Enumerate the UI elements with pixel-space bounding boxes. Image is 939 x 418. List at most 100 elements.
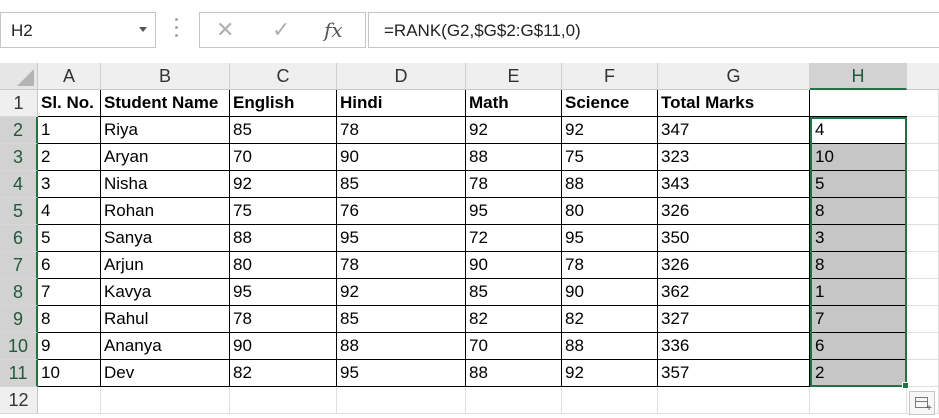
cell-c9[interactable]: 78	[230, 306, 337, 333]
formula-bar-grip-icon[interactable]	[175, 18, 179, 42]
row-header-8[interactable]: 8	[0, 279, 38, 306]
cell-b4[interactable]: Nisha	[101, 171, 230, 198]
cell-c4[interactable]: 92	[230, 171, 337, 198]
cell-i4[interactable]	[907, 171, 939, 198]
column-header-a[interactable]: A	[38, 63, 101, 90]
cell-e5[interactable]: 95	[466, 198, 562, 225]
cell-b8[interactable]: Kavya	[101, 279, 230, 306]
cell-e10[interactable]: 70	[466, 333, 562, 360]
cell-c7[interactable]: 80	[230, 252, 337, 279]
cell-h7[interactable]: 8	[810, 252, 907, 279]
cell-d10[interactable]: 88	[337, 333, 466, 360]
cell-b6[interactable]: Sanya	[101, 225, 230, 252]
cell-i8[interactable]	[907, 279, 939, 306]
cell-a3[interactable]: 2	[38, 144, 101, 171]
cell-d3[interactable]: 90	[337, 144, 466, 171]
column-header-next[interactable]	[907, 63, 939, 90]
cell-b1[interactable]: Student Name	[101, 90, 230, 117]
cell-c10[interactable]: 90	[230, 333, 337, 360]
cell-c1[interactable]: English	[230, 90, 337, 117]
cell-a4[interactable]: 3	[38, 171, 101, 198]
column-header-b[interactable]: B	[101, 63, 230, 90]
cell-c2[interactable]: 85	[230, 117, 337, 144]
column-header-c[interactable]: C	[230, 63, 337, 90]
cell-h4[interactable]: 5	[810, 171, 907, 198]
cell-g6[interactable]: 350	[658, 225, 810, 252]
cell-d2[interactable]: 78	[337, 117, 466, 144]
cell-f2[interactable]: 92	[562, 117, 658, 144]
cell-e4[interactable]: 78	[466, 171, 562, 198]
row-header-10[interactable]: 10	[0, 333, 38, 360]
cell-g2[interactable]: 347	[658, 117, 810, 144]
column-header-e[interactable]: E	[466, 63, 562, 90]
insert-function-icon[interactable]: fx	[324, 17, 343, 43]
cell-e2[interactable]: 92	[466, 117, 562, 144]
cell-i9[interactable]	[907, 306, 939, 333]
row-header-3[interactable]: 3	[0, 144, 38, 171]
column-header-g[interactable]: G	[658, 63, 810, 90]
cell-h11[interactable]: 2	[810, 360, 907, 387]
cell-f5[interactable]: 80	[562, 198, 658, 225]
cell-c11[interactable]: 82	[230, 360, 337, 387]
cell-g11[interactable]: 357	[658, 360, 810, 387]
cell-i11[interactable]	[907, 360, 939, 387]
cell-d9[interactable]: 85	[337, 306, 466, 333]
cell-h9[interactable]: 7	[810, 306, 907, 333]
cell-f4[interactable]: 88	[562, 171, 658, 198]
cell-a6[interactable]: 5	[38, 225, 101, 252]
cell-i10[interactable]	[907, 333, 939, 360]
cell-e1[interactable]: Math	[466, 90, 562, 117]
cell-f9[interactable]: 82	[562, 306, 658, 333]
column-header-h[interactable]: H	[810, 63, 907, 90]
cell-a10[interactable]: 9	[38, 333, 101, 360]
cell-h1[interactable]	[810, 90, 907, 117]
cell-e12[interactable]	[466, 387, 562, 414]
cell-c5[interactable]: 75	[230, 198, 337, 225]
cell-a2[interactable]: 1	[38, 117, 101, 144]
cell-a5[interactable]: 4	[38, 198, 101, 225]
enter-icon[interactable]: ✓	[272, 17, 290, 43]
cancel-icon[interactable]: ✕	[216, 17, 234, 43]
cell-d12[interactable]	[337, 387, 466, 414]
cell-c8[interactable]: 95	[230, 279, 337, 306]
cell-f12[interactable]	[562, 387, 658, 414]
cell-d8[interactable]: 92	[337, 279, 466, 306]
column-header-d[interactable]: D	[337, 63, 466, 90]
column-header-f[interactable]: F	[562, 63, 658, 90]
cell-i7[interactable]	[907, 252, 939, 279]
row-header-7[interactable]: 7	[0, 252, 38, 279]
cell-e7[interactable]: 90	[466, 252, 562, 279]
cell-d11[interactable]: 95	[337, 360, 466, 387]
cell-h3[interactable]: 10	[810, 144, 907, 171]
cell-h12[interactable]	[810, 387, 907, 414]
cell-f8[interactable]: 90	[562, 279, 658, 306]
cell-a1[interactable]: Sl. No.	[38, 90, 101, 117]
row-header-11[interactable]: 11	[0, 360, 38, 387]
cell-b7[interactable]: Arjun	[101, 252, 230, 279]
cell-e9[interactable]: 82	[466, 306, 562, 333]
row-header-5[interactable]: 5	[0, 198, 38, 225]
formula-input[interactable]: =RANK(G2,$G$2:G$11,0)	[368, 12, 939, 48]
cell-b2[interactable]: Riya	[101, 117, 230, 144]
cell-i1[interactable]	[907, 90, 939, 117]
cell-a9[interactable]: 8	[38, 306, 101, 333]
cell-f10[interactable]: 88	[562, 333, 658, 360]
cell-c12[interactable]	[230, 387, 337, 414]
cell-a11[interactable]: 10	[38, 360, 101, 387]
cell-f6[interactable]: 95	[562, 225, 658, 252]
cell-b10[interactable]: Ananya	[101, 333, 230, 360]
cell-i2[interactable]	[907, 117, 939, 144]
cell-d1[interactable]: Hindi	[337, 90, 466, 117]
cell-h6[interactable]: 3	[810, 225, 907, 252]
cell-d4[interactable]: 85	[337, 171, 466, 198]
name-box[interactable]: H2	[0, 12, 156, 48]
cell-a8[interactable]: 7	[38, 279, 101, 306]
cell-i6[interactable]	[907, 225, 939, 252]
cell-g12[interactable]	[658, 387, 810, 414]
cell-d5[interactable]: 76	[337, 198, 466, 225]
fill-handle[interactable]	[902, 382, 909, 389]
cell-h10[interactable]: 6	[810, 333, 907, 360]
cell-a12[interactable]	[38, 387, 101, 414]
cell-c6[interactable]: 88	[230, 225, 337, 252]
cell-g1[interactable]: Total Marks	[658, 90, 810, 117]
